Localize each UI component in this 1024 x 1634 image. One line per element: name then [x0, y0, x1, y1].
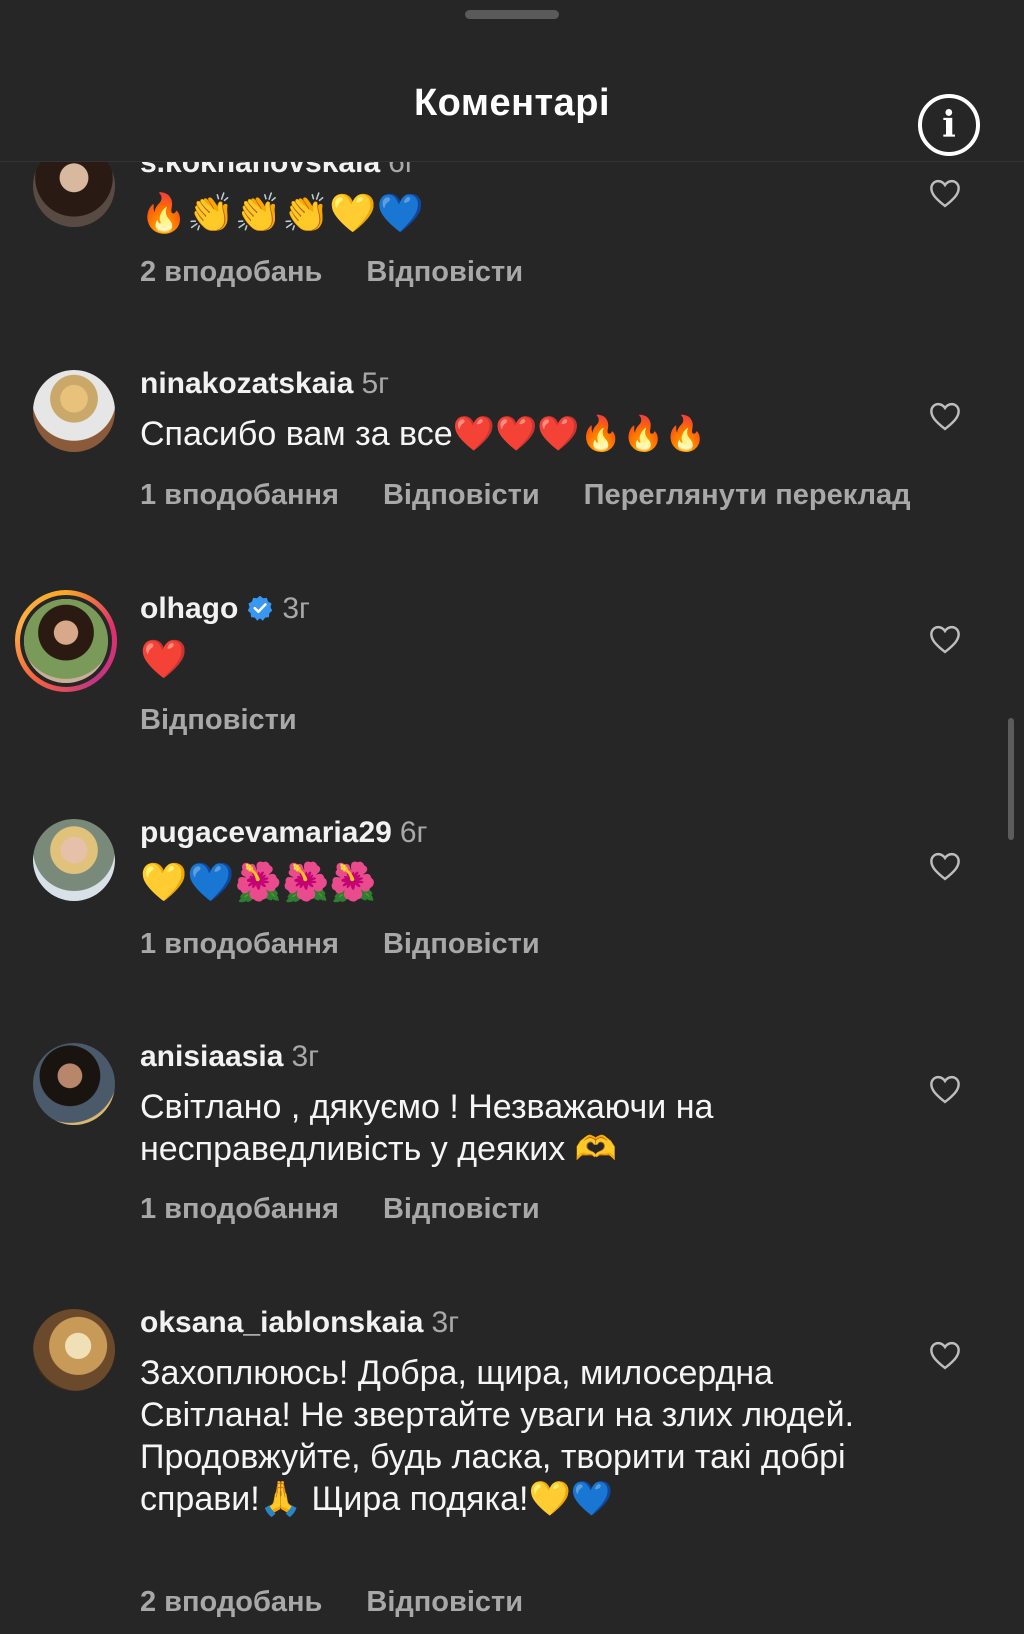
comment-time: 3г — [431, 1306, 460, 1339]
comment-time: 3г — [291, 1040, 320, 1073]
likes-count[interactable]: 1 вподобання — [140, 1193, 339, 1225]
comment-text: Захоплююсь! Добра, щира, милосердна Світ… — [140, 1354, 855, 1518]
comment-text: ❤️ — [140, 637, 188, 681]
heart-icon[interactable] — [928, 401, 962, 431]
comment-actions: 1 вподобання Відповісти Переглянути перекл… — [140, 479, 955, 512]
heart-icon[interactable] — [928, 1074, 962, 1104]
comment-actions: Відповісти — [140, 704, 341, 737]
info-button[interactable]: i — [918, 94, 980, 156]
reply-button[interactable]: Відповісти — [383, 928, 540, 960]
avatar[interactable] — [33, 1043, 115, 1125]
comment-meta: oksana_iablonskaia 3г — [140, 1305, 459, 1341]
username[interactable]: pugacevamaria29 — [140, 816, 392, 849]
likes-count[interactable]: 2 вподобань — [140, 256, 322, 288]
reply-button[interactable]: Відповісти — [366, 1586, 523, 1618]
reply-button[interactable]: Відповісти — [366, 256, 523, 288]
comment-time: 5г — [361, 367, 390, 400]
avatar[interactable] — [33, 819, 115, 901]
heart-icon[interactable] — [928, 1340, 962, 1370]
comment-text: 🔥👏👏👏💛💙 — [140, 191, 424, 235]
heart-icon[interactable] — [928, 178, 962, 208]
comment-list[interactable]: s.kokhanovskaia 6г 🔥👏👏👏💛💙 2 вподобань Відп… — [0, 0, 1024, 1634]
verified-badge-icon — [248, 595, 273, 621]
username[interactable]: ninakozatskaia — [140, 367, 353, 400]
reply-button[interactable]: Відповісти — [383, 1193, 540, 1225]
scrollbar[interactable] — [1008, 718, 1014, 840]
likes-count[interactable]: 1 вподобання — [140, 928, 339, 960]
comment-actions: 2 вподобань Відповісти — [140, 1586, 567, 1619]
avatar-story-ring[interactable] — [15, 590, 117, 692]
comment-meta: olhago 3г — [140, 591, 310, 627]
likes-count[interactable]: 1 вподобання — [140, 479, 339, 511]
comment-time: 6г — [399, 816, 428, 849]
comment-meta: anisiaasia 3г — [140, 1039, 319, 1075]
avatar[interactable] — [33, 370, 115, 452]
comments-header: Коментарі i — [0, 22, 1024, 162]
page-title: Коментарі — [413, 82, 611, 124]
comment-actions: 2 вподобань Відповісти — [140, 256, 567, 289]
username[interactable]: oksana_iablonskaia — [140, 1306, 423, 1339]
sheet-grabber[interactable] — [465, 10, 559, 19]
reply-button[interactable]: Відповісти — [140, 704, 297, 736]
heart-icon[interactable] — [928, 851, 962, 881]
username[interactable]: olhago — [140, 592, 238, 625]
comment-time: 3г — [282, 592, 310, 625]
comment-meta: pugacevamaria29 6г — [140, 815, 427, 851]
comment-text: Спасибо вам за все❤️❤️❤️🔥🔥🔥 — [140, 415, 707, 453]
comment-text: 💛💙🌺🌺🌺 — [140, 860, 377, 904]
likes-count[interactable]: 2 вподобань — [140, 1586, 322, 1618]
avatar[interactable] — [33, 1309, 115, 1391]
comments-sheet: Коментарі i s.kokhanovskaia 6г 🔥👏👏👏💛💙 2 в… — [0, 0, 1024, 1634]
comment-actions: 1 вподобання Відповісти — [140, 1193, 584, 1226]
username[interactable]: anisiaasia — [140, 1040, 283, 1073]
see-translation-button[interactable]: Переглянути переклад — [584, 479, 911, 511]
reply-button[interactable]: Відповісти — [383, 479, 540, 511]
heart-icon[interactable] — [928, 624, 962, 654]
comment-actions: 1 вподобання Відповісти — [140, 928, 584, 961]
comment-text: Світлано , дякуємо ! Незважаючи на неспр… — [140, 1088, 714, 1168]
info-icon: i — [942, 104, 956, 146]
comment-meta: ninakozatskaia 5г — [140, 366, 389, 402]
